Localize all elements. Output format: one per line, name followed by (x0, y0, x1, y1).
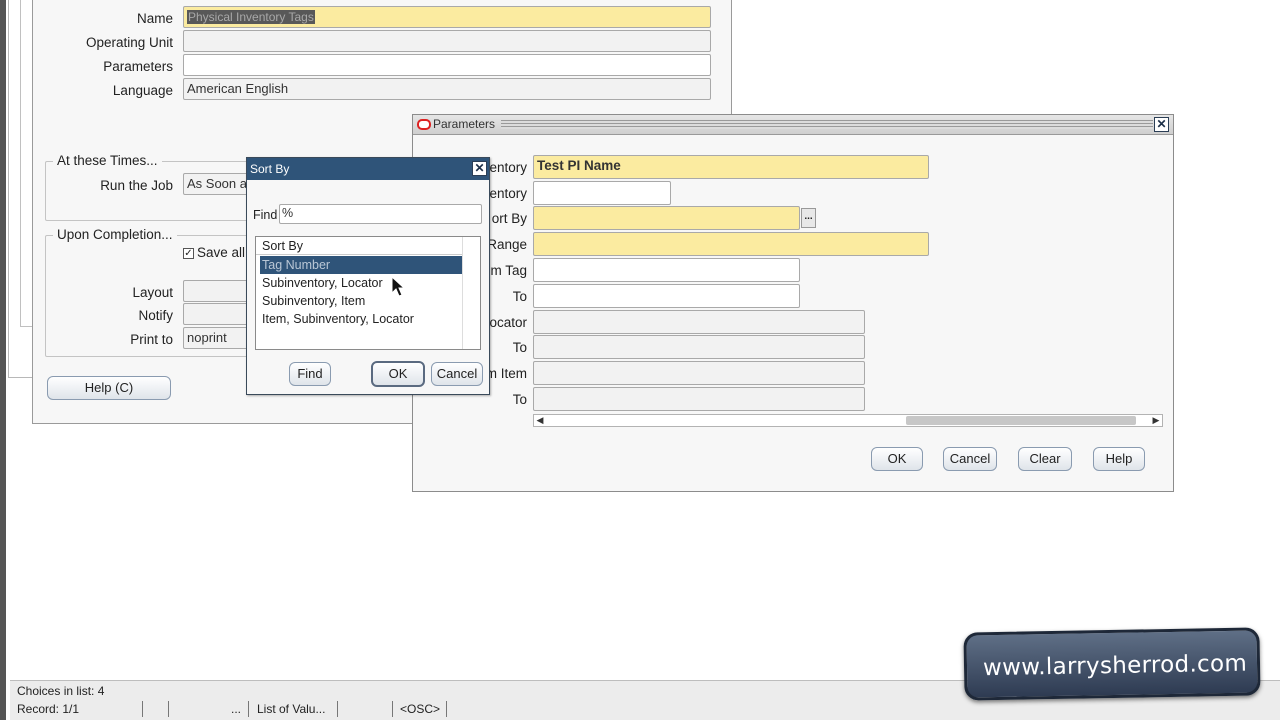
lov-cancel-button[interactable]: Cancel (431, 362, 483, 386)
starting-locator-field[interactable] (533, 310, 865, 334)
operating-unit-label: Operating Unit (85, 35, 173, 50)
schedule-group-title: At these Times... (53, 153, 162, 168)
title-bar-stripes (501, 120, 1153, 129)
close-icon[interactable]: ✕ (1154, 117, 1169, 132)
completion-group-title: Upon Completion... (53, 227, 177, 242)
sort-by-field[interactable] (533, 206, 800, 230)
parameters-field[interactable] (183, 54, 711, 76)
scrollbar-thumb[interactable] (906, 416, 1136, 425)
choices-count: Choices in list: 4 (17, 684, 105, 698)
lov-find-button[interactable]: Find (289, 362, 331, 386)
list-column-header[interactable]: Sort By (256, 237, 462, 255)
save-all-label: Save all (197, 245, 246, 260)
status-separator (248, 701, 249, 717)
ending-tag-field[interactable] (533, 284, 800, 308)
subinventory-field[interactable] (533, 181, 671, 205)
help-c-button[interactable]: Help (C) (47, 376, 171, 400)
parameters-ok-button[interactable]: OK (871, 447, 923, 471)
watermark-text: www.larrysherrod.com (982, 650, 1248, 682)
parameters-title-bar[interactable]: Parameters ✕ (413, 115, 1173, 135)
list-item[interactable]: Tag Number (260, 256, 462, 274)
parameters-label: Parameters (103, 59, 173, 74)
notify-label: Notify (138, 308, 173, 323)
list-item[interactable]: Item, Subinventory, Locator (260, 310, 462, 328)
operating-unit-field[interactable] (183, 30, 711, 52)
ending-locator-field[interactable] (533, 335, 865, 359)
list-of-values-indicator: List of Valu... (257, 702, 326, 716)
physical-inventory-field[interactable]: Test PI Name (533, 155, 929, 179)
sort-by-lov-button[interactable]: ... (801, 208, 816, 228)
run-job-label: Run the Job (100, 178, 173, 193)
name-field[interactable]: Physical Inventory Tags (183, 6, 711, 28)
horizontal-scrollbar[interactable]: ◀ ▶ (533, 414, 1163, 427)
list-item[interactable]: Subinventory, Locator (260, 274, 462, 292)
sort-by-lov-dialog: Sort By ✕ Find % Sort By Tag Number Subi… (246, 157, 490, 395)
status-ellipsis: ... (231, 702, 242, 716)
save-all-checkbox[interactable]: ✓ (183, 248, 194, 259)
starting-item-field[interactable] (533, 361, 865, 385)
find-input[interactable]: % (279, 204, 482, 224)
parameters-clear-button[interactable]: Clear (1018, 447, 1072, 471)
lov-close-icon[interactable]: ✕ (472, 161, 487, 176)
language-label: Language (112, 83, 173, 98)
layout-label: Layout (132, 285, 173, 300)
find-label: Find (253, 208, 278, 222)
sort-by-title: Sort By (250, 162, 290, 176)
desktop-edge (0, 0, 6, 720)
parameters-title: Parameters (433, 117, 496, 131)
scroll-left-icon[interactable]: ◀ (534, 415, 546, 426)
parameters-cancel-button[interactable]: Cancel (943, 447, 997, 471)
ending-item-field[interactable] (533, 387, 865, 411)
name-label: Name (136, 11, 173, 26)
oracle-logo-icon (417, 119, 431, 130)
status-separator (168, 701, 169, 717)
parameters-window: Parameters ✕ ventory Test PI Name ventor… (412, 114, 1174, 492)
name-field-selected-text: Physical Inventory Tags (187, 10, 315, 24)
list-item[interactable]: Subinventory, Item (260, 292, 462, 310)
language-field[interactable]: American English (183, 78, 711, 100)
print-to-label: Print to (130, 332, 173, 347)
status-separator (446, 701, 447, 717)
record-indicator: Record: 1/1 (17, 702, 80, 716)
status-separator (392, 701, 393, 717)
parameters-help-button[interactable]: Help (1093, 447, 1145, 471)
status-separator (142, 701, 143, 717)
status-separator (337, 701, 338, 717)
lov-ok-button[interactable]: OK (371, 361, 425, 387)
mouse-cursor-icon (391, 276, 406, 297)
list-scroll-track[interactable] (462, 237, 480, 349)
range-field[interactable] (533, 232, 929, 256)
starting-tag-field[interactable] (533, 258, 800, 282)
scroll-right-icon[interactable]: ▶ (1150, 415, 1162, 426)
watermark-badge: www.larrysherrod.com (963, 627, 1261, 701)
osc-indicator: <OSC> (400, 702, 441, 716)
sort-by-list: Sort By Tag Number Subinventory, Locator… (255, 236, 481, 350)
sort-by-title-bar[interactable]: Sort By (247, 158, 489, 180)
